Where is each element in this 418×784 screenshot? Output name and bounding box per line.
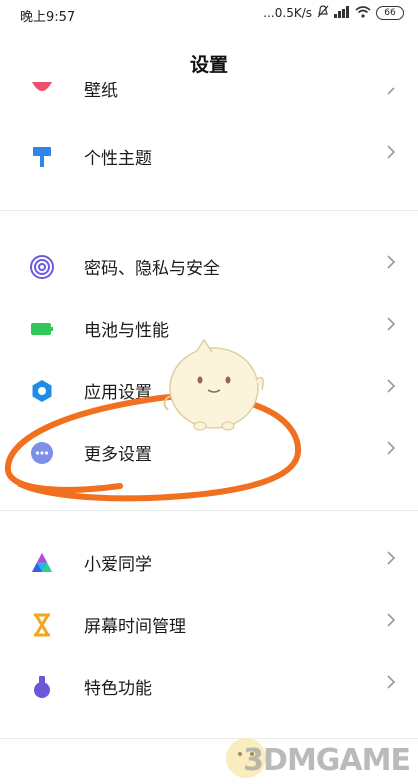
settings-item-app-settings[interactable]: 应用设置 [0,359,418,421]
group-divider [0,210,418,211]
watermark-text: 3DMGAME [243,743,411,778]
chevron-right-icon [386,440,396,456]
group-divider [0,510,418,511]
settings-item-label: 小爱同学 [84,555,152,575]
settings-item-more-settings[interactable]: 更多设置 [0,421,418,483]
settings-item-privacy[interactable]: 密码、隐私与安全 [0,235,418,297]
battery-icon [30,317,54,341]
network-speed: ...0.5K/s [263,6,312,20]
settings-item-label: 电池与性能 [84,321,169,341]
gear-icon [30,379,54,403]
settings-item-battery[interactable]: 电池与性能 [0,297,418,359]
status-time: 晚上9:57 [20,10,76,25]
more-dots-icon [30,441,54,465]
flask-icon [30,675,54,699]
page-title: 设置 [189,54,228,76]
chevron-right-icon [386,612,396,628]
chevron-right-icon [386,144,396,160]
status-bar: 晚上9:57 ...0.5K/s 66 [0,0,418,28]
settings-item-special-features[interactable]: 特色功能 [0,655,418,717]
wifi-icon [355,5,371,21]
settings-item-label: 屏幕时间管理 [84,617,186,637]
fingerprint-icon [30,255,54,279]
settings-item-label: 个性主题 [84,149,152,169]
settings-item-screen-time[interactable]: 屏幕时间管理 [0,593,418,655]
settings-item-label: 特色功能 [84,679,152,699]
settings-item-wallpaper[interactable]: 壁纸 [0,82,418,108]
paint-roller-icon [30,145,54,169]
settings-item-xiaoai[interactable]: 小爱同学 [0,531,418,593]
xiaoai-icon [30,551,54,575]
chevron-right-icon [386,254,396,270]
chevron-right-icon [386,316,396,332]
settings-item-theme[interactable]: 个性主题 [0,125,418,187]
settings-item-label: 更多设置 [84,445,152,465]
hourglass-icon [30,613,54,637]
battery-indicator: 66 [376,6,404,20]
settings-item-label: 应用设置 [84,383,152,403]
chevron-right-icon [386,550,396,566]
mute-icon [317,5,329,21]
group-divider [0,738,418,739]
chevron-right-icon [386,378,396,394]
settings-item-label: 壁纸 [84,82,118,101]
signal-icon [334,5,350,21]
status-icons: ...0.5K/s 66 [263,5,404,21]
settings-item-label: 密码、隐私与安全 [84,259,220,279]
chevron-right-icon [386,674,396,690]
